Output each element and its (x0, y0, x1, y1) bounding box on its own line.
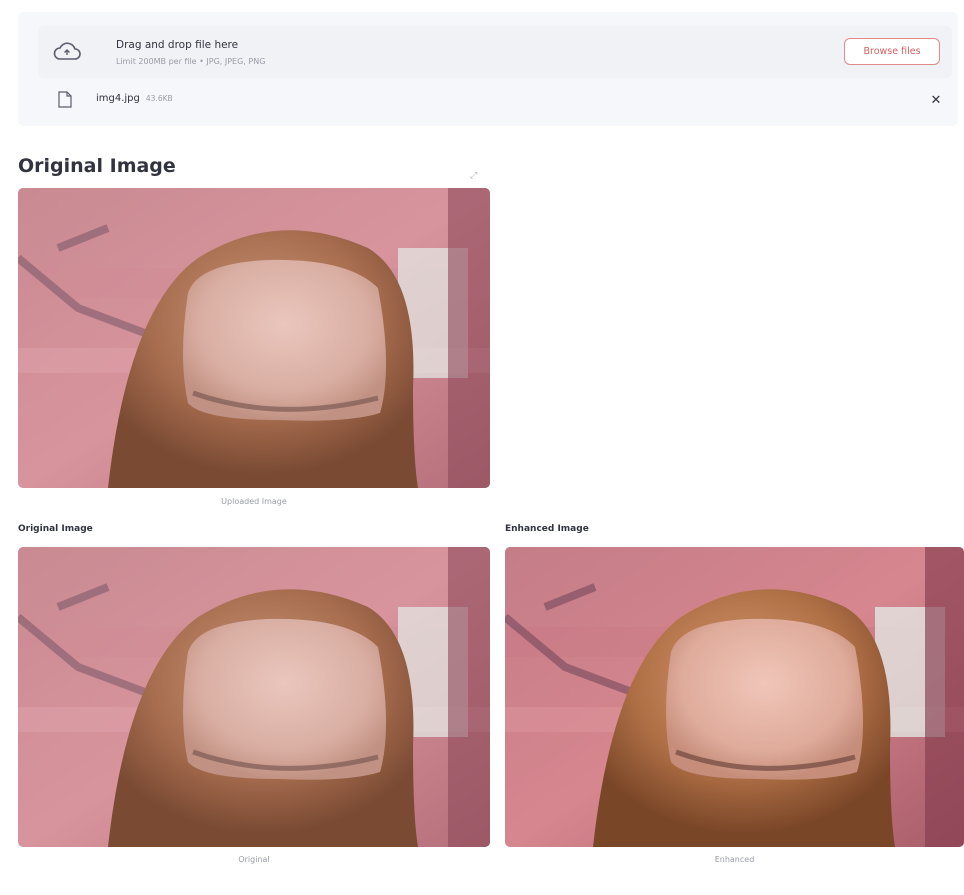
file-name: img4.jpg 43.6KB (96, 93, 173, 104)
original-image (18, 547, 490, 847)
dropzone[interactable]: Drag and drop file here Limit 200MB per … (38, 26, 952, 78)
file-size: 43.6KB (145, 94, 173, 103)
dropzone-subtitle: Limit 200MB per file • JPG, JPEG, PNG (116, 57, 266, 66)
enhanced-image-caption: Enhanced (714, 855, 755, 864)
original-column-title: Original Image (18, 524, 93, 534)
page-title: Original Image (18, 155, 176, 177)
uploaded-image (18, 188, 490, 488)
fullscreen-icon[interactable]: ⤢ (470, 170, 480, 180)
uploaded-image-caption: Uploaded Image (221, 497, 287, 506)
cloud-upload-icon (53, 42, 81, 60)
enhanced-image (505, 547, 964, 847)
original-image-caption: Original (238, 855, 270, 864)
browse-files-button[interactable]: Browse files (844, 38, 940, 65)
dropzone-title: Drag and drop file here (116, 39, 239, 51)
close-icon[interactable]: ✕ (928, 92, 944, 108)
file-uploader: Drag and drop file here Limit 200MB per … (18, 12, 958, 126)
file-icon (58, 91, 72, 108)
uploaded-file-row: img4.jpg 43.6KB ✕ (38, 88, 952, 114)
enhanced-column-title: Enhanced Image (505, 524, 589, 534)
file-name-text: img4.jpg (96, 93, 140, 104)
